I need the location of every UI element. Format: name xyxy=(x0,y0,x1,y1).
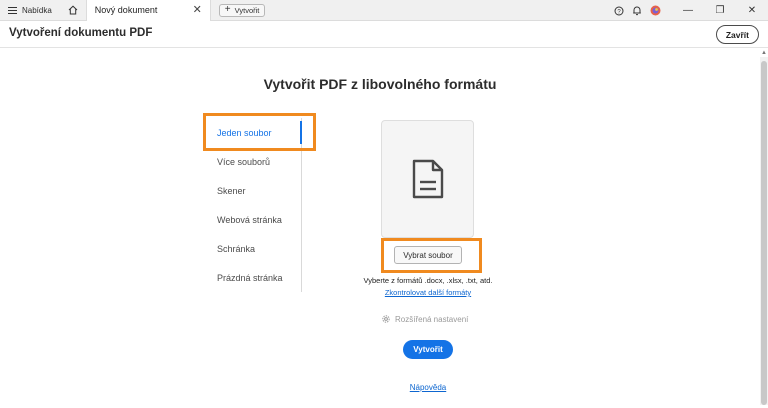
option-clipboard[interactable]: Schránka xyxy=(217,244,255,254)
advanced-settings[interactable]: Rozšířená nastavení xyxy=(381,314,468,324)
advanced-settings-label: Rozšířená nastavení xyxy=(395,314,469,324)
new-tab-label: Vytvořit xyxy=(234,5,260,15)
option-web-page[interactable]: Webová stránka xyxy=(217,215,282,225)
main-title: Vytvořit PDF z libovolného formátu xyxy=(263,76,497,92)
home-button[interactable] xyxy=(60,0,86,21)
minimize-button[interactable]: — xyxy=(672,0,704,21)
document-icon xyxy=(412,159,443,199)
page-header: Vytvoření dokumentu PDF Zavřít xyxy=(0,21,768,48)
title-bar: Nabídka Nový dokument ✕ + Vytvořit ? — ❐… xyxy=(0,0,768,21)
file-drop-zone[interactable] xyxy=(381,120,474,238)
scrollbar-thumb[interactable] xyxy=(761,61,767,405)
new-tab-button[interactable]: + Vytvořit xyxy=(218,3,266,17)
create-button[interactable]: Vytvořit xyxy=(403,340,453,359)
gear-icon xyxy=(382,315,390,323)
close-button[interactable]: Zavřít xyxy=(715,25,759,44)
menu-button[interactable]: Nabídka xyxy=(0,0,60,21)
hamburger-icon xyxy=(8,6,17,14)
account-avatar-icon[interactable] xyxy=(646,0,664,21)
option-multiple-files[interactable]: Více souborů xyxy=(217,157,270,167)
window-close-button[interactable]: ✕ xyxy=(736,0,768,21)
more-formats-link[interactable]: Zkontrolovat další formáty xyxy=(330,288,526,297)
plus-icon: + xyxy=(224,4,231,15)
option-blank-page[interactable]: Prázdná stránka xyxy=(217,273,283,283)
help-icon[interactable]: ? xyxy=(610,0,628,21)
tab-title: Nový dokument xyxy=(94,5,158,15)
tab-new-document[interactable]: Nový dokument ✕ xyxy=(85,0,211,21)
bell-icon[interactable] xyxy=(628,0,646,21)
restore-button[interactable]: ❐ xyxy=(704,0,736,21)
highlight-choose-file xyxy=(381,238,482,273)
highlight-single-file xyxy=(203,113,316,151)
page-title: Vytvoření dokumentu PDF xyxy=(9,27,153,39)
tab-close-icon[interactable]: ✕ xyxy=(193,4,202,16)
menu-label: Nabídka xyxy=(22,5,52,15)
scroll-up-arrow-icon[interactable]: ▲ xyxy=(761,50,767,56)
help-link[interactable]: Nápověda xyxy=(330,383,526,392)
option-scanner[interactable]: Skener xyxy=(217,186,246,196)
title-bar-controls: ? — ❐ ✕ xyxy=(610,0,768,21)
formats-hint: Vyberte z formátů .docx, .xlsx, .txt, at… xyxy=(363,276,493,285)
home-icon xyxy=(68,5,78,15)
